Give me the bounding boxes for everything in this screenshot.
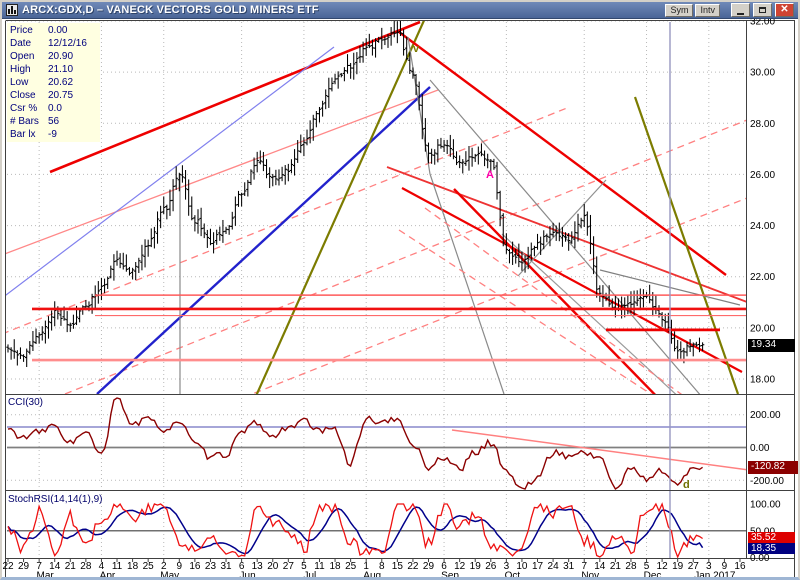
window-title: ARCX:GDX,D – VANECK VECTORS GOLD MINERS …	[22, 4, 663, 16]
svg-text:22: 22	[407, 561, 419, 572]
svg-text:21: 21	[65, 561, 77, 572]
title-bar[interactable]: ARCX:GDX,D – VANECK VECTORS GOLD MINERS …	[2, 2, 798, 19]
svg-text:31: 31	[563, 561, 575, 572]
info-row-close: Close20.75	[10, 89, 100, 102]
chart-window: vAd32.0030.0028.0026.0024.0022.0020.0018…	[0, 0, 800, 580]
svg-text:Jul: Jul	[304, 571, 317, 580]
info-row-open: Open20.90	[10, 50, 100, 63]
svg-text:100.00: 100.00	[750, 500, 781, 511]
svg-text:20: 20	[267, 561, 279, 572]
svg-text:A: A	[486, 169, 494, 181]
info-row-csr: Csr %0.0	[10, 102, 100, 115]
svg-text:Aug: Aug	[363, 571, 381, 580]
info-row-barlx: Bar lx-9	[10, 128, 100, 141]
svg-text:Mar: Mar	[37, 571, 55, 580]
svg-text:28: 28	[80, 561, 92, 572]
svg-text:Oct: Oct	[505, 571, 521, 580]
restore-icon	[759, 7, 766, 13]
svg-text:24.00: 24.00	[750, 221, 775, 232]
cci-value-badge: -120.82	[748, 461, 798, 474]
svg-text:20.00: 20.00	[750, 323, 775, 334]
info-row-low: Low20.62	[10, 76, 100, 89]
info-row-date: Date12/12/16	[10, 37, 100, 50]
svg-text:21: 21	[610, 561, 622, 572]
svg-text:Sep: Sep	[441, 571, 459, 580]
restore-button[interactable]	[753, 3, 772, 17]
svg-text:v: v	[413, 43, 420, 55]
svg-text:31: 31	[220, 561, 232, 572]
svg-text:May: May	[160, 571, 179, 580]
quote-info-panel: Price0.00 Date12/12/16 Open20.90 High21.…	[7, 23, 100, 142]
close-icon: ✕	[780, 5, 788, 15]
svg-text:16: 16	[189, 561, 201, 572]
svg-text:29: 29	[18, 561, 30, 572]
stochrsi-d-badge: 18.35	[748, 543, 795, 554]
minimize-icon	[737, 13, 744, 15]
svg-text:Nov: Nov	[581, 571, 599, 580]
last-price-badge: 19.34	[748, 339, 795, 352]
svg-text:23: 23	[205, 561, 217, 572]
svg-text:200.00: 200.00	[750, 410, 781, 421]
svg-text:29: 29	[423, 561, 435, 572]
svg-text:0.00: 0.00	[750, 443, 770, 454]
svg-text:25: 25	[143, 561, 155, 572]
svg-text:22: 22	[2, 561, 14, 572]
svg-text:17: 17	[532, 561, 544, 572]
svg-text:22.00: 22.00	[750, 272, 775, 283]
svg-text:28: 28	[625, 561, 637, 572]
interval-button[interactable]: Intv	[695, 4, 720, 17]
svg-text:Jun: Jun	[240, 571, 256, 580]
info-row-high: High21.10	[10, 63, 100, 76]
svg-text:25: 25	[345, 561, 357, 572]
svg-text:28.00: 28.00	[750, 119, 775, 130]
svg-text:18: 18	[329, 561, 341, 572]
svg-text:16: 16	[734, 561, 746, 572]
close-button[interactable]: ✕	[775, 3, 794, 17]
svg-text:d: d	[683, 479, 690, 491]
svg-text:0.00: 0.00	[750, 553, 770, 564]
svg-text:30.00: 30.00	[750, 68, 775, 79]
window-controls: ✕	[728, 3, 794, 17]
info-row-price: Price0.00	[10, 24, 100, 37]
chart-canvas: vAd32.0030.0028.0026.0024.0022.0020.0018…	[2, 2, 800, 580]
svg-text:Dec: Dec	[644, 571, 662, 580]
svg-text:24: 24	[548, 561, 560, 572]
stochrsi-k-badge: 35.52	[748, 532, 795, 543]
svg-text:19: 19	[470, 561, 482, 572]
cci-pane-label: CCI(30)	[8, 397, 43, 408]
minimize-button[interactable]	[731, 3, 750, 17]
app-icon	[6, 4, 18, 16]
svg-text:19: 19	[672, 561, 684, 572]
svg-text:18: 18	[127, 561, 139, 572]
symbol-button[interactable]: Sym	[665, 4, 693, 17]
svg-text:18.00: 18.00	[750, 375, 775, 386]
info-row-bars: # Bars56	[10, 115, 100, 128]
svg-text:-200.00: -200.00	[750, 476, 784, 487]
svg-text:26.00: 26.00	[750, 170, 775, 181]
svg-text:26: 26	[485, 561, 497, 572]
stochrsi-pane-label: StochRSI(14,14(1),9)	[8, 494, 103, 505]
svg-text:15: 15	[392, 561, 404, 572]
svg-text:27: 27	[283, 561, 295, 572]
svg-text:Apr: Apr	[100, 571, 116, 580]
svg-text:Jan 2017: Jan 2017	[694, 571, 736, 580]
